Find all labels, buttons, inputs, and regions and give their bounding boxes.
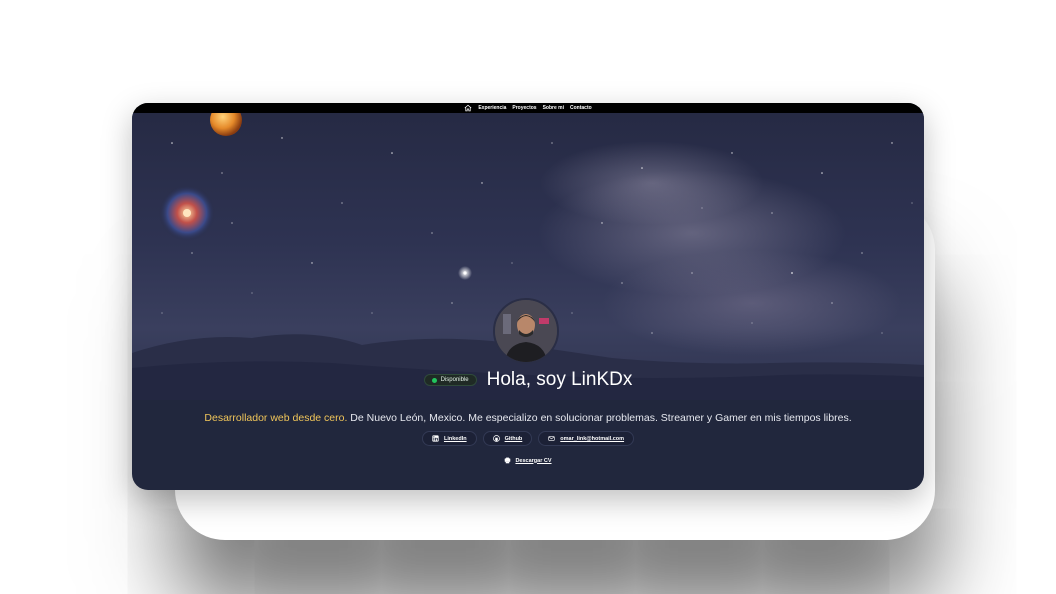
- browser-card: Experiencia Proyectos Sobre mi Contacto: [132, 103, 924, 490]
- headline: Disponible Hola, soy LinKDx: [132, 369, 924, 391]
- github-label: Github: [504, 435, 523, 442]
- social-links: LinkedIn Github omar_link@hotmail.com: [132, 431, 924, 446]
- page-title: Hola, soy LinKDx: [486, 369, 633, 390]
- email-label: omar_link@hotmail.com: [560, 435, 625, 442]
- status-dot-icon: [431, 377, 437, 383]
- nav-experiencia[interactable]: Experiencia: [478, 105, 506, 111]
- github-icon: [492, 435, 500, 442]
- description-highlight: Desarrollador web desde cero.: [204, 412, 348, 424]
- home-icon[interactable]: [464, 104, 472, 112]
- email-button[interactable]: omar_link@hotmail.com: [538, 431, 635, 446]
- github-button[interactable]: Github: [482, 431, 533, 446]
- top-nav: Experiencia Proyectos Sobre mi Contacto: [132, 103, 924, 113]
- download-cv-button[interactable]: Descargar CV: [504, 457, 552, 464]
- status-badge-label: Disponible: [440, 377, 469, 383]
- status-badge: Disponible: [423, 374, 477, 386]
- linkedin-icon: [432, 435, 439, 442]
- description: Desarrollador web desde cero. De Nuevo L…: [132, 412, 924, 424]
- download-cv-label: Descargar CV: [515, 457, 552, 464]
- nav-contacto[interactable]: Contacto: [570, 105, 592, 111]
- linkedin-label: LinkedIn: [443, 435, 467, 442]
- nav-sobre-mi[interactable]: Sobre mi: [543, 105, 564, 111]
- description-rest: De Nuevo León, Mexico. Me especializo en…: [347, 412, 852, 424]
- avatar: [493, 298, 559, 364]
- mail-icon: [548, 436, 555, 441]
- linkedin-button[interactable]: LinkedIn: [421, 431, 477, 446]
- nav-proyectos[interactable]: Proyectos: [512, 105, 536, 111]
- cv-section: Descargar CV: [132, 457, 924, 464]
- download-icon: [505, 457, 511, 464]
- planet-icon: [210, 113, 242, 136]
